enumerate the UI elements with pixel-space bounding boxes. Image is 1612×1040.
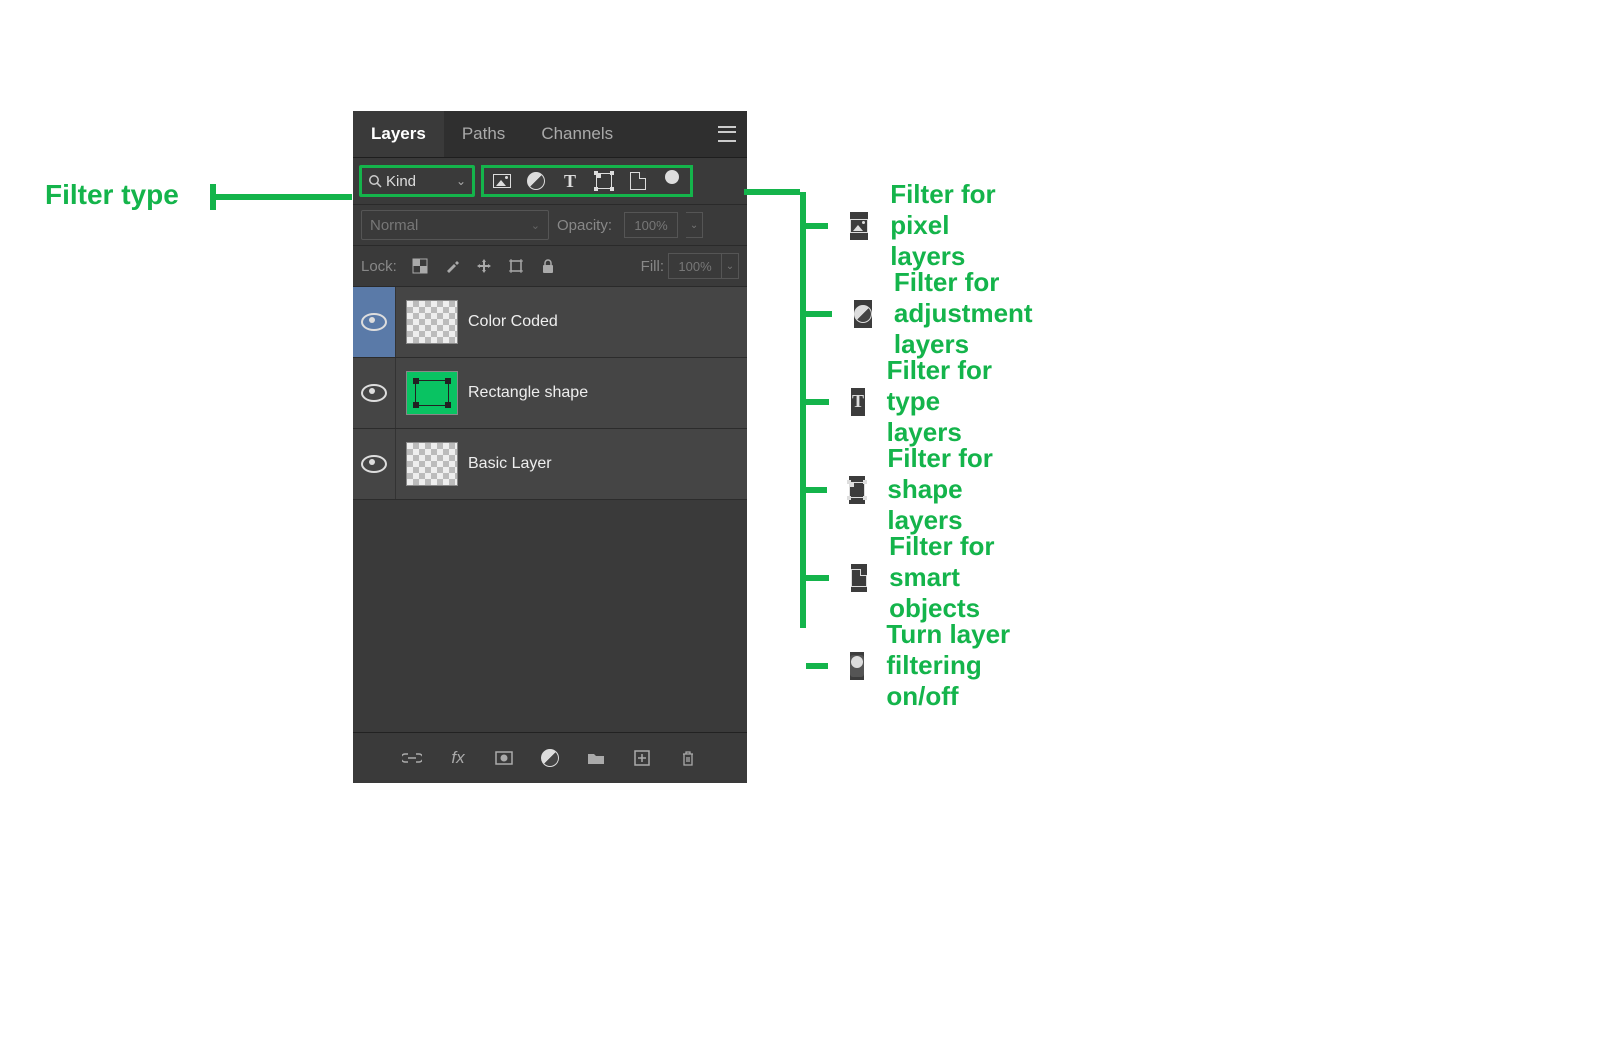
- layer-row[interactable]: Rectangle shape: [353, 358, 747, 429]
- fill-value-input[interactable]: 100%: [668, 253, 722, 279]
- filter-icons-group: T: [481, 165, 693, 197]
- layer-row[interactable]: Basic Layer: [353, 429, 747, 500]
- smart-object-icon: [851, 564, 867, 592]
- annotation-row-adjustment: Filter for adjustment layers: [806, 267, 1067, 360]
- lock-all-icon[interactable]: [539, 257, 557, 275]
- opacity-chevron[interactable]: ⌄: [686, 212, 703, 238]
- tabs-spacer: [631, 111, 707, 157]
- link-layers-icon[interactable]: [401, 747, 423, 769]
- layer-fx-icon[interactable]: fx: [447, 747, 469, 769]
- group-icon[interactable]: [585, 747, 607, 769]
- visibility-toggle[interactable]: [353, 358, 396, 428]
- annotation-row-shape: Filter for shape layers: [806, 443, 1003, 536]
- panel-tabs: Layers Paths Channels: [353, 111, 747, 158]
- lock-brush-icon[interactable]: [443, 257, 461, 275]
- filter-pixel-icon[interactable]: [492, 171, 512, 191]
- filter-toggle-icon: [850, 652, 864, 680]
- annotation-line-left: [210, 194, 352, 200]
- trash-icon[interactable]: [677, 747, 699, 769]
- annotation-branch: [806, 575, 829, 581]
- panel-footer: fx: [353, 732, 747, 783]
- lock-artboard-icon[interactable]: [507, 257, 525, 275]
- fill-chevron[interactable]: ⌄: [722, 253, 739, 279]
- fill-group: Fill: 100% ⌄: [641, 253, 739, 279]
- panel-menu-button[interactable]: [707, 111, 747, 157]
- type-layer-icon: T: [851, 388, 864, 416]
- layer-thumbnail[interactable]: [406, 371, 458, 415]
- blend-mode-dropdown[interactable]: Normal ⌄: [361, 210, 549, 240]
- annotation-row-toggle: Turn layer filtering on/off: [806, 619, 1023, 712]
- annotation-branch: [806, 487, 827, 493]
- layer-thumbnail[interactable]: [406, 442, 458, 486]
- annotation-label: Filter for type layers: [887, 355, 1004, 448]
- chevron-down-icon: ⌄: [456, 174, 466, 188]
- filter-toggle-icon[interactable]: [662, 171, 682, 191]
- opacity-value-input[interactable]: 100%: [624, 212, 678, 238]
- visibility-toggle[interactable]: [353, 429, 396, 499]
- pixel-layer-icon: [850, 212, 868, 240]
- adjustment-layer-icon[interactable]: [539, 747, 561, 769]
- menu-icon: [718, 126, 736, 142]
- annotation-row-type: T Filter for type layers: [806, 355, 1003, 448]
- adjustment-layer-icon: [854, 300, 872, 328]
- annotation-label: Filter for pixel layers: [890, 179, 1003, 272]
- visibility-toggle[interactable]: [353, 287, 396, 357]
- layer-name[interactable]: Rectangle shape: [468, 384, 588, 402]
- annotation-branch: [806, 311, 832, 317]
- annotation-label: Filter for shape layers: [887, 443, 1003, 536]
- eye-icon: [361, 455, 387, 473]
- filter-type-icon[interactable]: T: [560, 171, 580, 191]
- annotation-branch: [806, 663, 828, 669]
- filter-adjustment-icon[interactable]: [526, 171, 546, 191]
- blend-mode-value: Normal: [370, 217, 418, 234]
- fill-label: Fill:: [641, 258, 664, 275]
- chevron-down-icon: ⌄: [531, 219, 540, 232]
- layer-name[interactable]: Color Coded: [468, 313, 558, 331]
- filter-kind-label: Kind: [386, 173, 416, 190]
- layer-mask-icon[interactable]: [493, 747, 515, 769]
- annotation-row-smart: Filter for smart objects: [806, 531, 1019, 624]
- filter-kind-dropdown[interactable]: Kind ⌄: [359, 165, 475, 197]
- eye-icon: [361, 313, 387, 331]
- lock-label: Lock:: [361, 258, 397, 275]
- layers-list: Color Coded Rectangle shape Basic Layer: [353, 287, 747, 500]
- annotation-row-pixel: Filter for pixel layers: [806, 179, 1003, 272]
- lock-move-icon[interactable]: [475, 257, 493, 275]
- annotation-label: Filter for smart objects: [889, 531, 1019, 624]
- lock-transparency-icon[interactable]: [411, 257, 429, 275]
- tab-paths[interactable]: Paths: [444, 111, 523, 157]
- layer-thumbnail[interactable]: [406, 300, 458, 344]
- annotation-branch: [806, 399, 829, 405]
- new-layer-icon[interactable]: [631, 747, 653, 769]
- tab-layers[interactable]: Layers: [353, 111, 444, 157]
- filter-row: Kind ⌄ T: [353, 158, 747, 205]
- annotation-label: Filter for adjustment layers: [894, 267, 1067, 360]
- eye-icon: [361, 384, 387, 402]
- opacity-label: Opacity:: [557, 217, 612, 234]
- filter-smart-icon[interactable]: [628, 171, 648, 191]
- layers-panel: Layers Paths Channels Kind ⌄ T Normal ⌄: [353, 111, 747, 783]
- annotation-label: Turn layer filtering on/off: [886, 619, 1023, 712]
- annotation-branch: [806, 223, 828, 229]
- annotation-filter-type-label: Filter type: [45, 179, 179, 211]
- blend-row: Normal ⌄ Opacity: 100% ⌄: [353, 205, 747, 246]
- search-icon: [368, 174, 382, 188]
- lock-row: Lock: Fill: 100% ⌄: [353, 246, 747, 287]
- layer-name[interactable]: Basic Layer: [468, 455, 552, 473]
- layer-row[interactable]: Color Coded: [353, 287, 747, 358]
- shape-layer-icon: [849, 476, 865, 504]
- annotation-connector: [744, 189, 800, 195]
- tab-channels[interactable]: Channels: [523, 111, 631, 157]
- filter-shape-icon[interactable]: [594, 171, 614, 191]
